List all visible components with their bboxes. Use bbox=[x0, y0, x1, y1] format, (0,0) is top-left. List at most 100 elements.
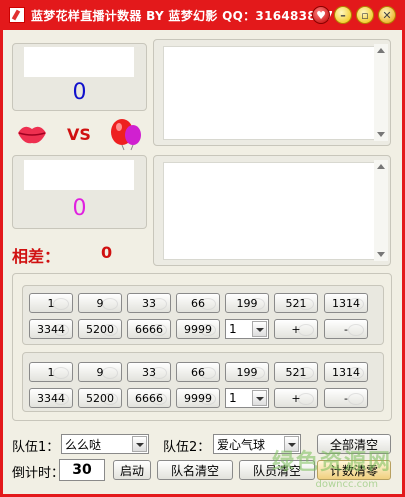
team1-add-66-button[interactable]: 66 bbox=[176, 293, 220, 313]
team1-label: 队伍1： bbox=[12, 440, 60, 455]
button-label: 3344 bbox=[37, 322, 65, 336]
team1-add-3344-button[interactable]: 3344 bbox=[29, 319, 73, 339]
button-label: 199 bbox=[236, 296, 258, 310]
button-label: 3344 bbox=[37, 391, 65, 405]
button-label: 9 bbox=[96, 296, 104, 310]
team1-add-5200-button[interactable]: 5200 bbox=[78, 319, 122, 339]
app-window: 蓝梦花样直播计数器 BY 蓝梦幻影 QQ：316483827 ♥ – ▫ ✕ 0 bbox=[0, 0, 405, 497]
multiplier-value: 1 bbox=[229, 391, 237, 405]
team2-label: 队伍2： bbox=[163, 440, 211, 455]
button-label: - bbox=[344, 391, 348, 405]
team1-name-box[interactable] bbox=[24, 47, 134, 77]
title-bar[interactable]: 蓝梦花样直播计数器 BY 蓝梦幻影 QQ：316483827 ♥ – ▫ ✕ bbox=[3, 0, 402, 30]
scroll-down-icon[interactable] bbox=[377, 252, 385, 257]
app-icon bbox=[9, 7, 25, 23]
button-label: 9 bbox=[96, 365, 104, 379]
lips-icon bbox=[16, 123, 48, 148]
team2-add-1314-button[interactable]: 1314 bbox=[324, 362, 368, 382]
scroll-up-icon[interactable] bbox=[377, 164, 385, 169]
button-label: 9999 bbox=[184, 391, 212, 405]
button-label: + bbox=[291, 391, 301, 405]
vs-label: VS bbox=[67, 125, 91, 144]
team2-add-199-button[interactable]: 199 bbox=[225, 362, 269, 382]
button-label: 33 bbox=[142, 296, 156, 310]
button-label: 521 bbox=[285, 296, 307, 310]
team1-minus-button[interactable]: - bbox=[324, 319, 368, 339]
team1-plus-button[interactable]: + bbox=[274, 319, 318, 339]
button-label: 521 bbox=[285, 365, 307, 379]
team2-add-66-button[interactable]: 66 bbox=[176, 362, 220, 382]
team2-add-3344-button[interactable]: 3344 bbox=[29, 388, 73, 408]
team2-members-panel bbox=[153, 155, 391, 266]
countdown-input[interactable]: 30 bbox=[59, 459, 105, 481]
start-button[interactable]: 启动 bbox=[113, 460, 151, 480]
heart-icon[interactable]: ♥ bbox=[312, 6, 330, 24]
team1-add-6666-button[interactable]: 6666 bbox=[127, 319, 171, 339]
button-label: 66 bbox=[191, 296, 205, 310]
countdown-label: 倒计时： bbox=[12, 466, 65, 481]
team1-panel: 0 bbox=[12, 43, 147, 111]
team2-add-1-button[interactable]: 1 bbox=[29, 362, 73, 382]
button-label: 1314 bbox=[332, 365, 360, 379]
team2-plus-button[interactable]: + bbox=[274, 388, 318, 408]
minimize-icon[interactable]: – bbox=[334, 6, 352, 24]
team1-members-panel bbox=[153, 39, 391, 146]
chevron-down-icon[interactable] bbox=[132, 436, 147, 452]
team1-add-33-button[interactable]: 33 bbox=[127, 293, 171, 313]
button-label: 5200 bbox=[86, 391, 114, 405]
team2-add-5200-button[interactable]: 5200 bbox=[78, 388, 122, 408]
button-label: 1 bbox=[47, 296, 55, 310]
team2-score: 0 bbox=[72, 196, 87, 221]
button-label: 6666 bbox=[135, 391, 163, 405]
multiplier-value: 1 bbox=[229, 322, 237, 336]
button-label: 199 bbox=[236, 365, 258, 379]
team1-score: 0 bbox=[72, 80, 87, 105]
button-label: 66 bbox=[191, 365, 205, 379]
close-icon[interactable]: ✕ bbox=[378, 6, 396, 24]
team2-members-textarea[interactable] bbox=[163, 162, 377, 260]
team1-add-521-button[interactable]: 521 bbox=[274, 293, 318, 313]
scroll-down-icon[interactable] bbox=[377, 132, 385, 137]
team1-select[interactable]: 么么哒 bbox=[61, 434, 149, 454]
diff-label: 相差： bbox=[12, 247, 61, 266]
team2-add-9999-button[interactable]: 9999 bbox=[176, 388, 220, 408]
scroll-up-icon[interactable] bbox=[377, 48, 385, 53]
team2-name-box[interactable] bbox=[24, 160, 134, 190]
team1-add-199-button[interactable]: 199 bbox=[225, 293, 269, 313]
team2-members-scrollbar[interactable] bbox=[374, 160, 388, 261]
window-title: 蓝梦花样直播计数器 BY 蓝梦幻影 QQ：316483827 bbox=[31, 8, 334, 23]
title-buttons: ♥ – ▫ ✕ bbox=[312, 6, 396, 24]
balloon-icon bbox=[109, 117, 145, 154]
maximize-icon[interactable]: ▫ bbox=[356, 6, 374, 24]
chevron-down-icon[interactable] bbox=[252, 321, 267, 337]
team1-add-9-button[interactable]: 9 bbox=[78, 293, 122, 313]
team1-add-1314-button[interactable]: 1314 bbox=[324, 293, 368, 313]
team2-panel: 0 bbox=[12, 155, 147, 229]
team2-add-521-button[interactable]: 521 bbox=[274, 362, 318, 382]
button-label: 1 bbox=[47, 365, 55, 379]
button-label: 5200 bbox=[86, 322, 114, 336]
clear-team-names-button[interactable]: 队名清空 bbox=[157, 460, 233, 480]
team1-members-textarea[interactable] bbox=[163, 46, 377, 140]
team1-select-value: 么么哒 bbox=[65, 437, 102, 452]
button-label: 1314 bbox=[332, 296, 360, 310]
team2-select-value: 爱心气球 bbox=[217, 437, 266, 452]
button-label: 6666 bbox=[135, 322, 163, 336]
team1-add-1-button[interactable]: 1 bbox=[29, 293, 73, 313]
watermark-subtext: downcc.com bbox=[315, 479, 378, 490]
team2-add-33-button[interactable]: 33 bbox=[127, 362, 171, 382]
team1-members-scrollbar[interactable] bbox=[374, 44, 388, 141]
diff-value: 0 bbox=[101, 243, 113, 262]
team2-multiplier-select[interactable]: 1 bbox=[225, 388, 269, 408]
team2-add-6666-button[interactable]: 6666 bbox=[127, 388, 171, 408]
team1-multiplier-select[interactable]: 1 bbox=[225, 319, 269, 339]
team2-minus-button[interactable]: - bbox=[324, 388, 368, 408]
team2-add-9-button[interactable]: 9 bbox=[78, 362, 122, 382]
button-label: - bbox=[344, 322, 348, 336]
button-label: + bbox=[291, 322, 301, 336]
team1-add-9999-button[interactable]: 9999 bbox=[176, 319, 220, 339]
button-label: 9999 bbox=[184, 322, 212, 336]
watermark-text: 绿色资源网 bbox=[271, 450, 392, 475]
chevron-down-icon[interactable] bbox=[252, 390, 267, 406]
button-label: 33 bbox=[142, 365, 156, 379]
